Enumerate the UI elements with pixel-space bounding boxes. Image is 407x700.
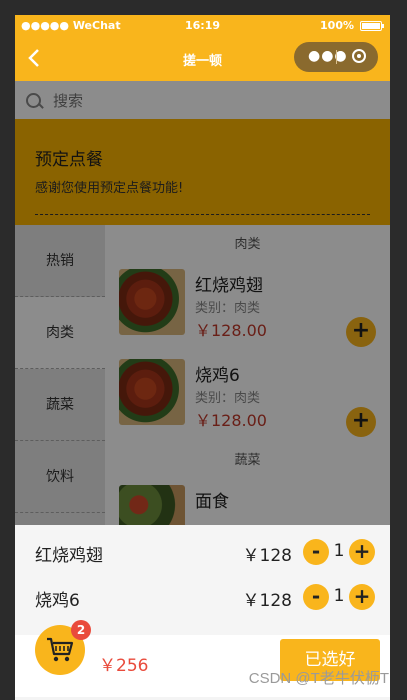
- target-circle-icon[interactable]: [352, 49, 366, 63]
- decrease-quantity-button[interactable]: -: [303, 539, 329, 565]
- decrease-quantity-button[interactable]: -: [303, 584, 329, 610]
- more-dots-icon[interactable]: ●●●: [308, 48, 348, 64]
- cart-panel: 红烧鸡翅 ￥128 - 1 + 烧鸡6 ￥128 - 1 +: [15, 525, 390, 635]
- phone-screen: ●●●●● WeChat 16:19 100% 搓一顿 ●●● 预定点餐 感谢您…: [15, 15, 390, 700]
- dim-overlay[interactable]: [15, 81, 390, 525]
- shopping-cart-icon: [47, 637, 74, 662]
- cart-item-name: 烧鸡6: [35, 591, 80, 611]
- increase-quantity-button[interactable]: +: [349, 584, 375, 610]
- cart-total: ￥256: [99, 656, 149, 676]
- cart-item-quantity: 1: [333, 541, 345, 561]
- status-bar: ●●●●● WeChat 16:19 100%: [15, 15, 390, 37]
- battery-icon: [360, 21, 384, 31]
- cart-item-price: ￥128: [242, 591, 292, 611]
- battery-percent: 100%: [320, 19, 354, 32]
- cart-count-badge: 2: [71, 620, 91, 640]
- cart-item-price: ￥128: [242, 546, 292, 566]
- cart-item-name: 红烧鸡翅: [35, 546, 103, 566]
- cart-item-quantity: 1: [333, 586, 345, 606]
- cart-item: 烧鸡6 ￥128 - 1 +: [15, 574, 390, 618]
- increase-quantity-button[interactable]: +: [349, 539, 375, 565]
- watermark: CSDN @T老牛伏枥T: [248, 670, 389, 687]
- cart-item: 红烧鸡翅 ￥128 - 1 +: [15, 529, 390, 573]
- capsule-divider: [336, 50, 337, 64]
- nav-bar: 搓一顿 ●●●: [15, 37, 390, 81]
- mini-program-capsule: ●●●: [294, 42, 378, 72]
